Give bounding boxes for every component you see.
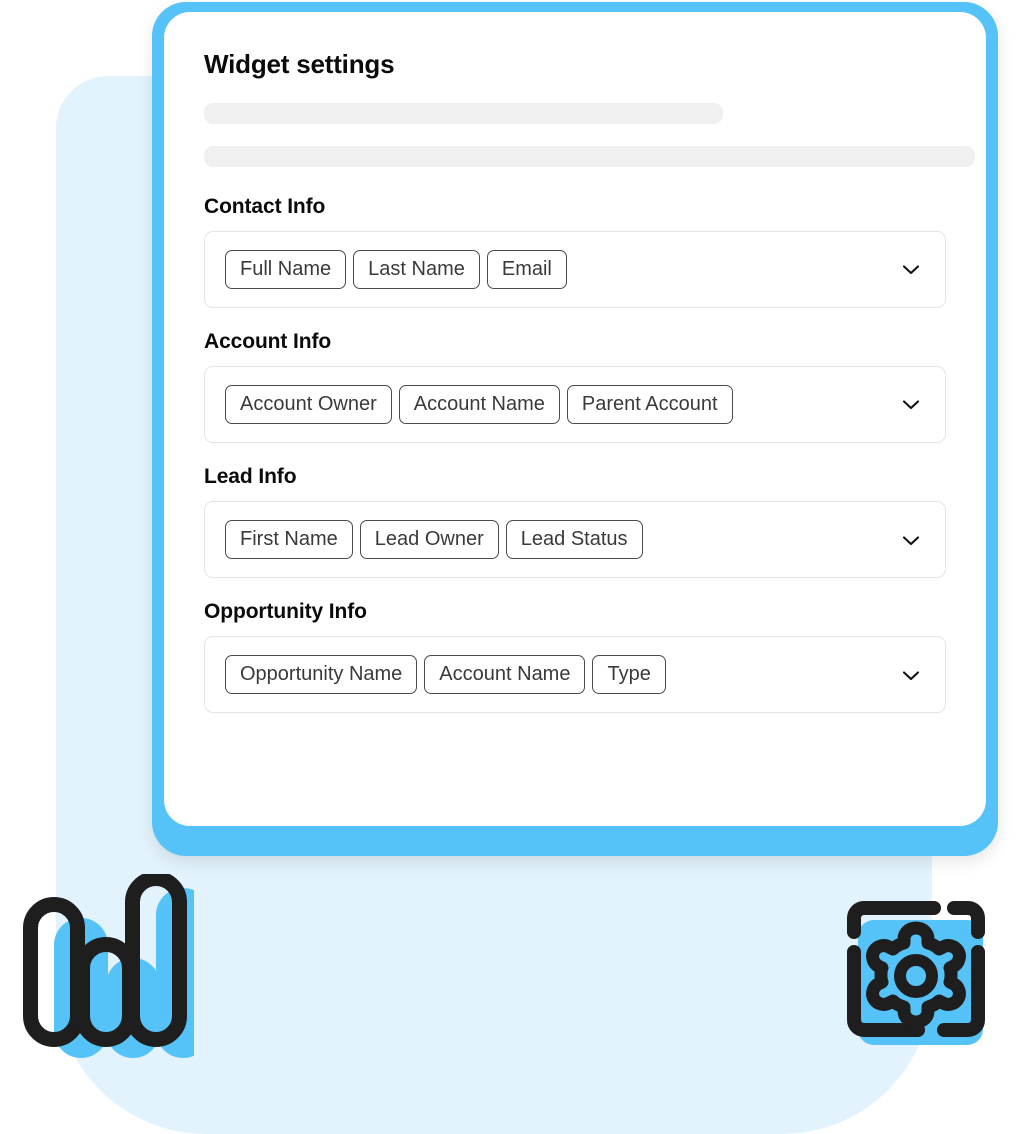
bar-chart-icon bbox=[14, 874, 194, 1058]
chevron-down-icon[interactable] bbox=[899, 392, 923, 416]
chevron-down-icon[interactable] bbox=[899, 663, 923, 687]
group-label-contact-info: Contact Info bbox=[204, 194, 326, 218]
field-chip[interactable]: Full Name bbox=[225, 249, 347, 289]
group-label-account-info: Account Info bbox=[204, 329, 332, 353]
chevron-down-icon[interactable] bbox=[899, 257, 923, 281]
group-box-account-info[interactable]: Account Owner Account Name Parent Accoun… bbox=[204, 365, 946, 443]
group-box-opportunity-info[interactable]: Opportunity Name Account Name Type bbox=[204, 636, 946, 714]
field-chip-list: Opportunity Name Account Name Type bbox=[225, 655, 726, 695]
field-chip-list: Account Owner Account Name Parent Accoun… bbox=[225, 384, 793, 424]
page-title: Widget settings bbox=[204, 49, 395, 79]
field-chip[interactable]: Parent Account bbox=[566, 384, 733, 424]
group-opportunity-info: Opportunity Info Opportunity Name Accoun… bbox=[204, 600, 946, 714]
field-chip[interactable]: Lead Status bbox=[505, 520, 643, 560]
field-chip[interactable]: Email bbox=[486, 249, 567, 289]
group-label-lead-info: Lead Info bbox=[204, 464, 297, 488]
widget-settings-card: Widget settings Contact Info Full Name L… bbox=[164, 12, 986, 826]
field-chip[interactable]: First Name bbox=[225, 520, 353, 560]
field-chip[interactable]: Lead Owner bbox=[359, 520, 499, 560]
card-body: Widget settings Contact Info Full Name L… bbox=[164, 12, 986, 714]
group-account-info: Account Info Account Owner Account Name … bbox=[204, 330, 946, 443]
settings-gear-icon bbox=[826, 884, 996, 1058]
group-lead-info: Lead Info First Name Lead Owner Lead Sta… bbox=[204, 464, 946, 579]
widget-settings-card-frame: Widget settings Contact Info Full Name L… bbox=[152, 2, 998, 856]
chevron-down-icon[interactable] bbox=[899, 528, 923, 552]
skeleton-placeholder-bar-1 bbox=[204, 102, 723, 124]
field-chip[interactable]: Account Name bbox=[398, 384, 560, 424]
field-chip[interactable]: Type bbox=[592, 655, 666, 695]
field-chip-list: First Name Lead Owner Lead Status bbox=[225, 520, 703, 560]
field-chip[interactable]: Opportunity Name bbox=[225, 655, 418, 695]
screenshot-root: Widget settings Contact Info Full Name L… bbox=[0, 0, 1027, 1134]
group-contact-info: Contact Info Full Name Last Name Email bbox=[204, 195, 946, 308]
field-chip-list: Full Name Last Name Email bbox=[225, 249, 627, 289]
field-chip[interactable]: Account Owner bbox=[225, 384, 392, 424]
field-chip[interactable]: Last Name bbox=[353, 249, 480, 289]
group-label-opportunity-info: Opportunity Info bbox=[204, 600, 367, 624]
skeleton-placeholder-bar-2 bbox=[204, 145, 975, 167]
group-box-lead-info[interactable]: First Name Lead Owner Lead Status bbox=[204, 501, 946, 579]
group-box-contact-info[interactable]: Full Name Last Name Email bbox=[204, 230, 946, 308]
field-chip[interactable]: Account Name bbox=[424, 655, 586, 695]
